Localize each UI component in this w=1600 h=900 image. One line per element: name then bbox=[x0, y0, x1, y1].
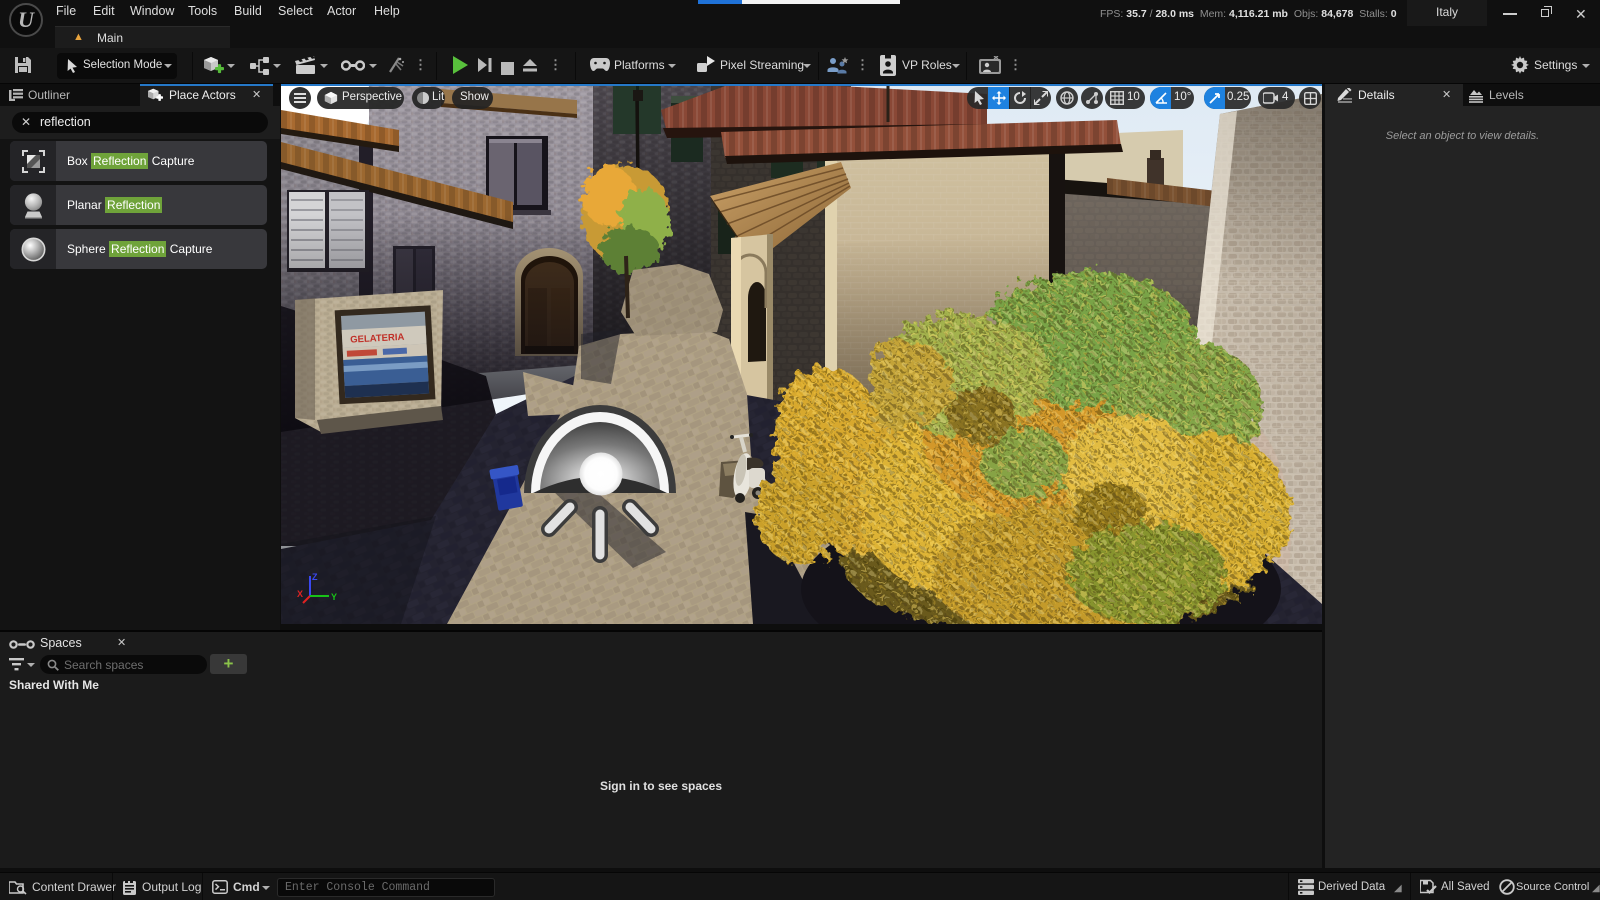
svg-text:X: X bbox=[297, 589, 303, 599]
svg-text:Y: Y bbox=[331, 592, 337, 602]
svg-text:Z: Z bbox=[312, 572, 318, 582]
